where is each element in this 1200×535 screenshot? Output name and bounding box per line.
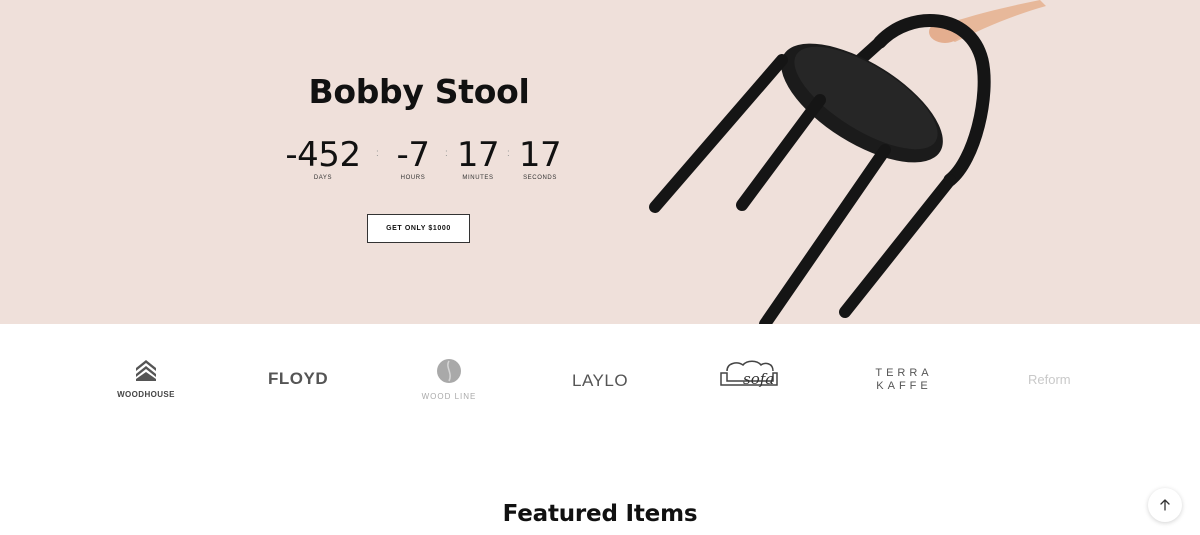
brand-sofa-name: sofa [743, 370, 774, 388]
brand-sofa[interactable]: sofa [717, 359, 787, 396]
brand-terra-line2: KAFFE [876, 380, 932, 392]
brand-terra-line1: TERRA [875, 367, 933, 379]
woodhouse-logo-icon [136, 360, 156, 381]
brand-woodline-name: WOOD LINE [421, 392, 477, 401]
brand-woodline[interactable]: WOOD LINE [412, 358, 486, 401]
brand-reform[interactable]: Reform [1028, 372, 1071, 387]
brand-terra-kaffe[interactable]: TERRA KAFFE [868, 367, 940, 393]
brand-woodhouse-name: WOODHOUSE [117, 390, 175, 399]
sofa-logo-icon: sofa [720, 360, 778, 388]
brand-laylo[interactable]: LAYLO [572, 371, 628, 391]
brand-woodhouse[interactable]: WOODHOUSE [110, 358, 182, 399]
woodline-logo-icon [437, 359, 461, 383]
brand-logos-strip: WOODHOUSE FLOYD WOOD LINE LAYLO sofa TER… [0, 324, 1200, 434]
brand-floyd[interactable]: FLOYD [268, 369, 328, 389]
hero-banner: Bobby Stool -452 DAYS : -7 HOURS : 17 MI… [0, 0, 1200, 324]
featured-items-heading: Featured Items [502, 501, 698, 527]
arrow-up-icon [1160, 499, 1170, 511]
scroll-to-top-button[interactable] [1148, 488, 1182, 522]
page: Bobby Stool -452 DAYS : -7 HOURS : 17 MI… [0, 0, 1200, 535]
stool-product-image [649, 0, 1046, 324]
